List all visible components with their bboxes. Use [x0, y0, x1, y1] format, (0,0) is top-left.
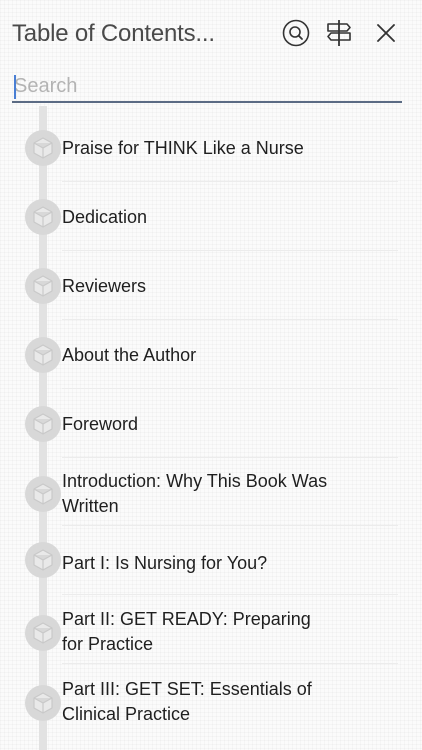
signpost-icon: [327, 20, 351, 46]
page-title: Table of Contents...: [12, 20, 215, 47]
search-field[interactable]: [12, 72, 402, 103]
search-input[interactable]: [12, 72, 402, 101]
toc-item-label: Introduction: Why This Book Was Written: [62, 471, 328, 516]
toc-item-label: Reviewers: [62, 276, 147, 296]
cube-icon: [25, 476, 61, 512]
toc-item[interactable]: Part I: Is Nursing for You?: [0, 526, 422, 595]
toc-item-label: Part I: Is Nursing for You?: [62, 553, 268, 573]
toc-item-label: Foreword: [62, 414, 139, 434]
search-button[interactable]: [281, 18, 311, 48]
text-cursor: [14, 75, 16, 99]
cube-icon: [25, 615, 61, 651]
toc-item[interactable]: Praise for THINK Like a Nurse: [0, 113, 422, 182]
close-button[interactable]: [371, 18, 401, 48]
signpost-button[interactable]: [324, 18, 354, 48]
toc-item[interactable]: Introduction: Why This Book Was Written: [0, 458, 422, 526]
toc-item[interactable]: Part III: GET SET: Essentials of Clinica…: [0, 664, 422, 734]
toc-panel: Table of Contents... Search Praise for T…: [0, 0, 422, 750]
toc-item-label: About the Author: [62, 345, 197, 365]
cube-icon: [25, 199, 61, 235]
toc-item[interactable]: Dedication: [0, 182, 422, 251]
toc-item-label: Part III: GET SET: Essentials of Clinica…: [62, 679, 312, 724]
cube-icon: [25, 685, 61, 721]
toc-item-label: Praise for THINK Like a Nurse: [62, 138, 304, 158]
toc-item-label: Part II: GET READY: Preparing for Practi…: [62, 609, 311, 654]
cube-icon: [25, 542, 61, 578]
toc-item-label: Dedication: [62, 207, 148, 227]
cube-icon: [25, 130, 61, 166]
toc-item[interactable]: Foreword: [0, 389, 422, 458]
toc-item[interactable]: About the Author: [0, 320, 422, 389]
toc-item[interactable]: Part II: GET READY: Preparing for Practi…: [0, 595, 422, 664]
toc-header: Table of Contents...: [0, 0, 422, 66]
toc-item[interactable]: Reviewers: [0, 251, 422, 320]
cube-icon: [25, 337, 61, 373]
cube-icon: [25, 406, 61, 442]
close-icon: [377, 24, 395, 42]
cube-icon: [25, 268, 61, 304]
search-icon: [282, 19, 310, 47]
